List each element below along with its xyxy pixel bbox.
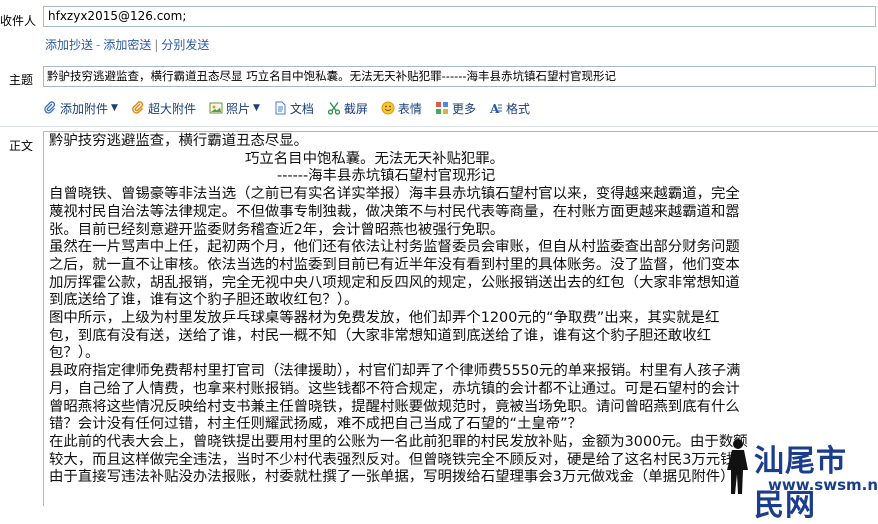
big-attachment-icon <box>132 101 144 114</box>
body-line: 较大，而且这样做完全违法，当时不少村代表强烈反对。但曾晓铁完全不顾反对，硬是给了… <box>49 451 735 468</box>
compose-toolbar: 添加附件 ▼ 超大附件 照片 ▼ 文档 截屏 表情 更多 A 格式 <box>43 97 543 119</box>
subject-field[interactable]: 黔驴技穷逃避监查，横行霸道丑态尽显 巧立名目中饱私囊。无法无天补贴犯罪-----… <box>43 66 876 87</box>
body-line: 自曾晓铁、曾锡豪等非法当选（之前已有实名详实举报）海丰县赤坑镇石望村官以来，变得… <box>49 186 740 203</box>
grid-icon <box>435 102 448 114</box>
add-attachment-label: 添加附件 <box>60 101 109 116</box>
link-separator: - <box>96 38 101 52</box>
silhouette-icon <box>727 439 748 494</box>
body-line: 包，到底有没有送，送给了谁，村民一概不知（大家非常想知道到底送给了谁，谁有这个豹… <box>49 327 711 344</box>
add-bcc-link[interactable]: 添加密送 <box>103 38 151 52</box>
photo-button[interactable]: 照片 ▼ <box>209 100 260 117</box>
add-attachment-button[interactable]: 添加附件 ▼ <box>43 100 118 117</box>
to-label: 收件人 <box>0 14 37 28</box>
big-attachment-button[interactable]: 超大附件 <box>131 100 196 117</box>
body-content[interactable]: 黔驴技穷逃避监查，横行霸道丑态尽显。 巧立名目中饱私囊。无法无天补贴犯罪。 --… <box>49 133 819 487</box>
body-line: 图中所示，上级为村里发放乒乓球桌等器材为免费发放，他们却弄个1200元的“争取费… <box>49 310 720 327</box>
format-button[interactable]: A 格式 <box>489 100 530 117</box>
to-field[interactable]: hfxzyx2015@126.com; <box>43 6 876 27</box>
smiley-icon <box>381 101 395 115</box>
screenshot-label: 截屏 <box>343 101 368 116</box>
body-line: 月，自己给了人情费，也拿来村账报销。这些钱都不符合规定，赤坑镇的会计都不让通过。… <box>49 380 740 397</box>
body-line: 曾昭燕将这些情况反映给村支书兼主任曾晓铁，提醒村账要做规范时，竟被当场免职。请问… <box>49 398 740 415</box>
toolbar-divider <box>0 126 878 127</box>
recipient-links: 添加抄送 - 添加密送 | 分别发送 <box>45 36 209 53</box>
format-label: 格式 <box>505 101 530 116</box>
separate-send-link[interactable]: 分别发送 <box>161 38 209 52</box>
body-line: 由于直接写违法补贴没办法报账，村委就杜撰了一张单据，写明拨给石望理事会3万元做戏… <box>49 469 735 486</box>
body-line: 张。目前已经刻意避开监委财务稽查近2年，会计曾昭燕也被强行免职。 <box>49 221 505 238</box>
more-button[interactable]: 更多 <box>435 100 476 117</box>
photo-label: 照片 <box>225 101 250 116</box>
body-title-line: 巧立名目中饱私囊。无法无天补贴犯罪。 <box>245 150 505 167</box>
body-title-line: ------海丰县赤坑镇石望村官现形记 <box>277 168 496 185</box>
paperclip-icon <box>44 101 56 114</box>
document-label: 文档 <box>289 101 314 116</box>
more-label: 更多 <box>451 101 476 116</box>
body-title-line: 黔驴技穷逃避监查，横行霸道丑态尽显。 <box>49 133 309 149</box>
emoji-button[interactable]: 表情 <box>381 100 422 117</box>
body-line: 错？会计没有任何过错，村主任则耀武扬威，难不成把自己当成了石望的“土皇帝”？ <box>49 416 582 433</box>
subject-label: 主题 <box>9 73 34 87</box>
link-separator: | <box>154 38 159 52</box>
body-line: 蔑视村民自治法等法律规定。不但做事专制独裁，做决策不与村民代表等商量，在村账方面… <box>49 203 740 220</box>
watermark-url: www.swsm.net <box>768 476 878 494</box>
watermark-logo: 汕尾市民网 www.swsm.net <box>724 430 878 523</box>
body-line: 在此前的代表大会上，曾晓铁提出要用村里的公账为一名此前犯罪的村民发放补贴，金额为… <box>49 433 748 450</box>
emoji-label: 表情 <box>397 101 422 116</box>
body-line: 包？）。 <box>49 345 100 362</box>
photo-icon <box>209 102 223 114</box>
body-line: 之后，就一直不让审核。依法当选的村监委到目前已有近半年没有看到村里的具体账务。没… <box>49 256 740 273</box>
document-icon <box>275 101 286 115</box>
screenshot-button[interactable]: 截屏 <box>327 100 368 117</box>
body-line: 虽然在一片骂声中上任，起初两个月，他们还有依法让村务监督委员会审账，但自从村监委… <box>49 239 740 256</box>
body-line: 县政府指定律师免费帮村里打官司（法律援助），村官们却弄了个律师费5550元的单来… <box>49 363 741 380</box>
add-cc-link[interactable]: 添加抄送 <box>45 38 93 52</box>
format-icon: A <box>489 102 502 115</box>
scissors-icon <box>327 102 341 115</box>
body-label: 正文 <box>9 139 34 153</box>
chevron-down-icon[interactable]: ▼ <box>253 103 260 113</box>
chevron-down-icon[interactable]: ▼ <box>111 103 118 113</box>
document-button[interactable]: 文档 <box>273 100 314 117</box>
body-line: 加厉挥霍公款，胡乱报销，完全无视中央八项规定和反四风的规定，公账报销送出去的红包… <box>49 274 740 291</box>
body-line: 到底送给了谁，谁有这个豹子胆还敢收红包？）。 <box>49 292 359 309</box>
big-attachment-label: 超大附件 <box>147 101 196 116</box>
